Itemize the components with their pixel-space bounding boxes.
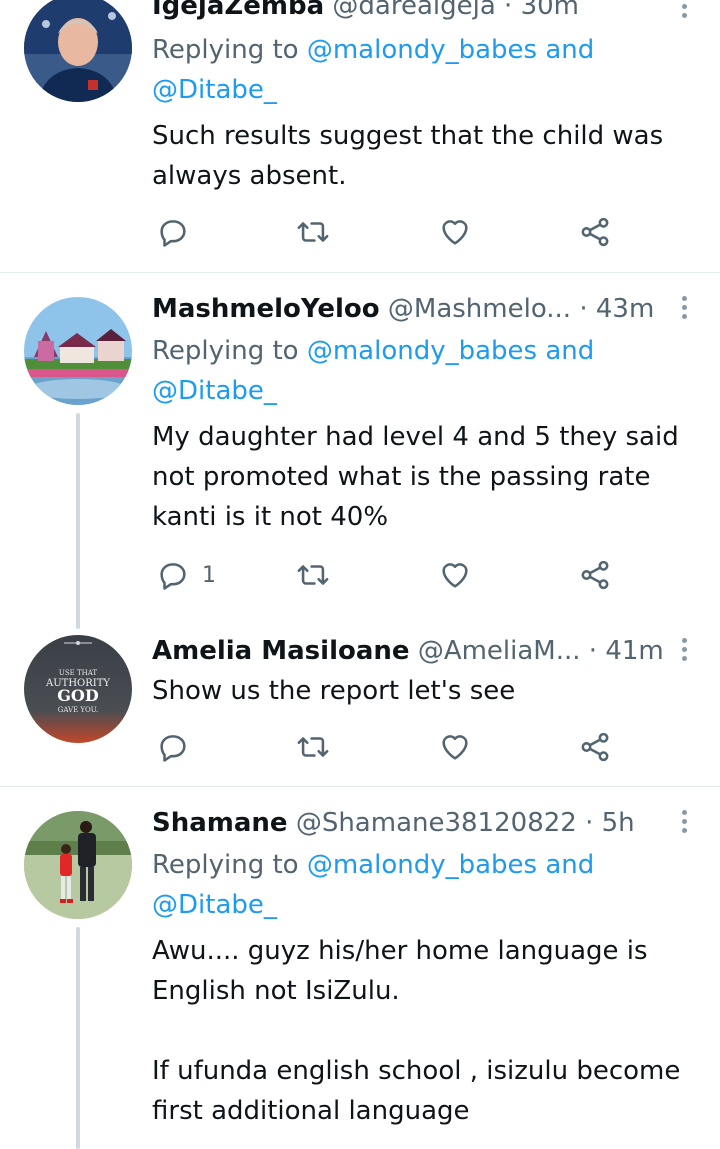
mention-link[interactable]: @Ditabe_ xyxy=(152,376,277,406)
like-button[interactable] xyxy=(438,729,484,765)
mention-link[interactable]: @malondy_babes xyxy=(307,35,537,65)
avatar-text-3: GOD xyxy=(57,686,99,705)
action-bar: 1 xyxy=(152,557,672,593)
share-icon xyxy=(581,217,609,247)
separator: · xyxy=(585,808,594,838)
user-handle[interactable]: @AmeliaM... xyxy=(418,636,581,666)
tweet-header: Shamane @Shamane38120822 · 5h xyxy=(152,805,664,841)
tweet-header: Amelia Masiloane @AmeliaM... · 41m xyxy=(152,633,664,669)
like-button[interactable] xyxy=(438,557,484,593)
like-button[interactable] xyxy=(438,214,484,250)
share-icon xyxy=(581,732,609,762)
reply-icon xyxy=(160,735,186,762)
share-button[interactable] xyxy=(578,557,612,593)
tweet-4[interactable]: Shamane @Shamane38120822 · 5h Replying t… xyxy=(0,787,720,1149)
avatar-text-4: GAVE YOU. xyxy=(58,706,99,714)
reply-button[interactable] xyxy=(156,214,202,250)
action-bar xyxy=(152,214,672,250)
tweet-header: MashmeloYeloo @Mashmelo... · 43m xyxy=(152,291,664,327)
share-icon xyxy=(581,560,609,590)
timestamp[interactable]: 30m xyxy=(521,0,579,21)
reply-button[interactable]: 1 xyxy=(156,557,216,593)
mention-link[interactable]: @Ditabe_ xyxy=(152,75,277,105)
action-bar xyxy=(152,729,672,765)
timestamp[interactable]: 41m xyxy=(605,636,663,666)
separator: · xyxy=(504,0,513,21)
thread-line xyxy=(76,413,80,629)
heart-icon xyxy=(442,220,468,245)
mention-link[interactable]: @malondy_babes xyxy=(307,336,537,366)
more-icon[interactable] xyxy=(678,293,690,323)
tweet-3[interactable]: USE THAT AUTHORITY GOD GAVE YOU. Amelia … xyxy=(0,629,720,785)
display-name[interactable]: IgejaZemba xyxy=(152,0,324,21)
thread-line xyxy=(76,927,80,1149)
user-handle[interactable]: @Mashmelo... xyxy=(388,294,571,324)
replying-to: Replying to @malondy_babes and @Ditabe_ xyxy=(152,35,595,105)
retweet-icon xyxy=(297,737,329,757)
tweet-text: Awu.... guyz his/her home language is En… xyxy=(152,936,656,1006)
timestamp[interactable]: 43m xyxy=(596,294,654,324)
retweet-button[interactable] xyxy=(296,214,342,250)
mention-link[interactable]: @Ditabe_ xyxy=(152,890,277,920)
reply-icon xyxy=(160,220,186,247)
user-handle[interactable]: @Shamane38120822 xyxy=(296,808,577,838)
tweet-text: If ufunda english school , isizulu becom… xyxy=(152,1056,689,1126)
reply-count: 1 xyxy=(202,562,216,588)
more-icon[interactable] xyxy=(678,807,690,837)
avatar[interactable]: USE THAT AUTHORITY GOD GAVE YOU. xyxy=(24,635,132,743)
tweet-text: Show us the report let's see xyxy=(152,676,516,706)
avatar-text-1: USE THAT xyxy=(59,669,97,677)
retweet-button[interactable] xyxy=(296,557,342,593)
replying-to: Replying to @malondy_babes and @Ditabe_ xyxy=(152,850,595,920)
tweet-text: My daughter had level 4 and 5 they said … xyxy=(152,422,687,532)
timestamp[interactable]: 5h xyxy=(602,808,635,838)
tweet-1[interactable]: IgejaZemba @darealgeja · 30m Replying to… xyxy=(0,0,720,272)
retweet-icon xyxy=(297,222,329,242)
heart-icon xyxy=(442,563,468,588)
tweet-text: Such results suggest that the child was … xyxy=(152,121,672,191)
tweet-header: IgejaZemba @darealgeja · 30m xyxy=(152,0,664,24)
user-handle[interactable]: @darealgeja xyxy=(332,0,495,21)
retweet-icon xyxy=(297,565,329,585)
reply-button[interactable] xyxy=(156,729,202,765)
display-name[interactable]: MashmeloYeloo xyxy=(152,294,380,324)
more-icon[interactable] xyxy=(678,0,690,22)
share-button[interactable] xyxy=(578,214,612,250)
separator: · xyxy=(579,294,588,324)
reply-icon xyxy=(160,563,186,590)
tweet-2[interactable]: MashmeloYeloo @Mashmelo... · 43m Replyin… xyxy=(0,273,720,629)
mention-link[interactable]: @malondy_babes xyxy=(307,850,537,880)
share-button[interactable] xyxy=(578,729,612,765)
more-icon[interactable] xyxy=(678,635,690,665)
avatar[interactable] xyxy=(24,811,132,919)
replying-to: Replying to @malondy_babes and @Ditabe_ xyxy=(152,336,595,406)
heart-icon xyxy=(442,735,468,760)
display-name[interactable]: Amelia Masiloane xyxy=(152,636,410,666)
avatar[interactable] xyxy=(24,297,132,405)
separator: · xyxy=(588,636,598,666)
avatar[interactable] xyxy=(24,0,132,102)
retweet-button[interactable] xyxy=(296,729,342,765)
display-name[interactable]: Shamane xyxy=(152,808,288,838)
